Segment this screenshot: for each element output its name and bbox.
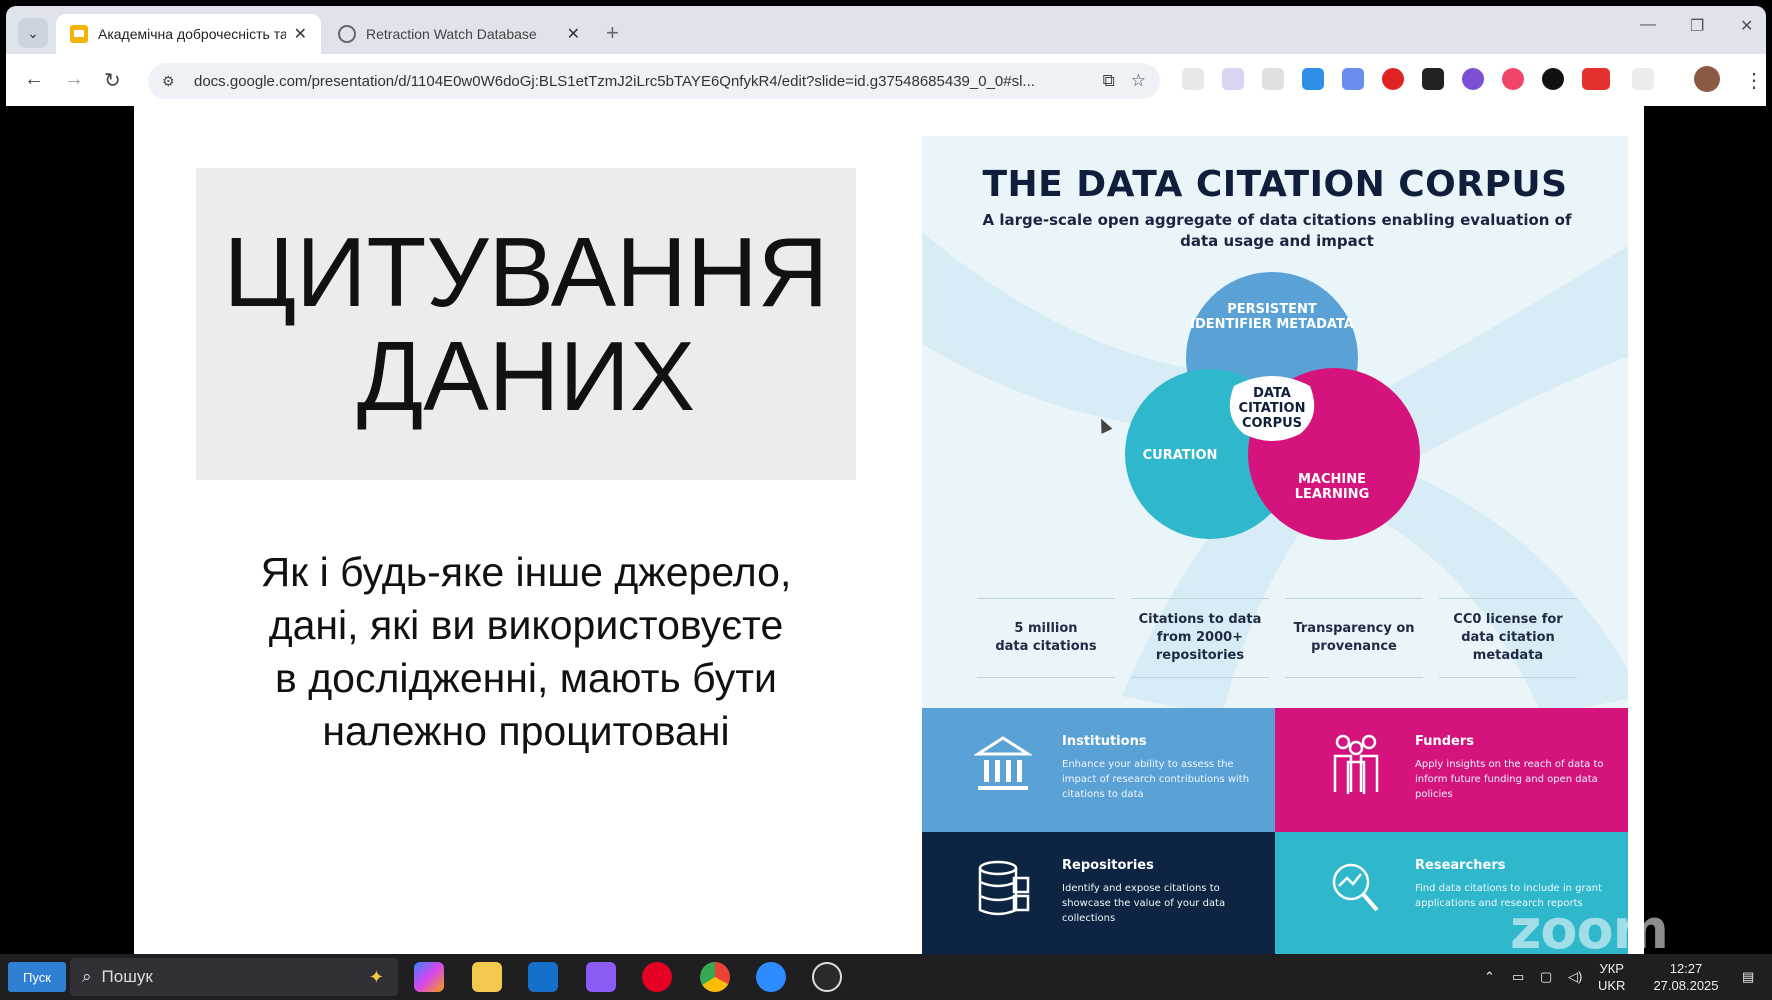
venn-label-center: DATA CITATION CORPUS bbox=[1238, 386, 1306, 431]
address-bar[interactable]: ⚙ docs.google.com/presentation/d/1104E0w… bbox=[148, 63, 1160, 99]
institution-icon bbox=[974, 736, 1032, 790]
stat-item: Transparency on provenance bbox=[1285, 598, 1423, 678]
venn-label-persistent: PERSISTENT IDENTIFIER METADATA bbox=[1190, 302, 1354, 332]
extension-translate-icon[interactable] bbox=[1182, 68, 1204, 90]
extension-new-icon[interactable] bbox=[1582, 68, 1610, 90]
browser-toolbar: ← → ↻ ⚙ docs.google.com/presentation/d/1… bbox=[6, 54, 1766, 106]
browser-menu-icon[interactable]: ⋮ bbox=[1744, 68, 1764, 93]
taskbar-search-placeholder: Пошук bbox=[101, 967, 153, 986]
clock-time: 12:27 bbox=[1669, 961, 1703, 976]
windows-taskbar: Пуск ⌕ Пошук ✦ ⌃ ▭ ▢ ◁) УКР UKR 12:27 27… bbox=[0, 954, 1772, 1000]
extension-screenshot-icon[interactable] bbox=[1262, 68, 1284, 90]
database-icon bbox=[978, 860, 1030, 916]
clock-date: 27.08.2025 bbox=[1653, 978, 1719, 993]
tab-close-button[interactable]: ✕ bbox=[567, 24, 580, 44]
language-indicator[interactable]: УКР UKR bbox=[1598, 960, 1625, 994]
bookmark-star-icon[interactable]: ☆ bbox=[1131, 71, 1146, 91]
audience-text: Identify and expose citations to showcas… bbox=[1062, 883, 1226, 924]
tab-retraction-watch[interactable]: Retraction Watch Database ✕ bbox=[324, 14, 594, 54]
maximize-button[interactable]: ❐ bbox=[1690, 16, 1704, 36]
extensions-puzzle-icon[interactable] bbox=[1632, 68, 1654, 90]
tab-search-button[interactable]: ⌄ bbox=[18, 18, 48, 48]
tray-chevron-icon[interactable]: ⌃ bbox=[1484, 968, 1495, 985]
slide-title: ЦИТУВАННЯ ДАНИХ bbox=[223, 217, 829, 431]
site-info-icon[interactable]: ⚙ bbox=[162, 73, 184, 90]
venn-label-curation: CURATION bbox=[1142, 448, 1218, 463]
extension-play-icon[interactable] bbox=[1542, 68, 1564, 90]
new-tab-button[interactable]: + bbox=[606, 20, 619, 46]
extension-adblock-icon[interactable] bbox=[1382, 68, 1404, 90]
profile-avatar[interactable] bbox=[1694, 66, 1720, 92]
language-code: УКР bbox=[1599, 961, 1624, 976]
people-group-icon bbox=[1333, 734, 1379, 794]
clipchamp-app-icon[interactable] bbox=[586, 962, 616, 992]
sparkle-icon: ✦ bbox=[368, 966, 384, 987]
audience-institutions: Institutions Enhance your ability to ass… bbox=[922, 708, 1275, 832]
stats-row: 5 million data citations Citations to da… bbox=[977, 598, 1577, 678]
url-text[interactable]: docs.google.com/presentation/d/1104E0w0W… bbox=[194, 73, 1087, 90]
venn-label-machine-learning: MACHINE LEARNING bbox=[1294, 472, 1370, 502]
audience-text: Enhance your ability to assess the impac… bbox=[1062, 759, 1250, 800]
tab-label: Retraction Watch Database bbox=[366, 26, 537, 42]
audience-repositories: Repositories Identify and expose citatio… bbox=[922, 832, 1275, 954]
extension-bug-icon[interactable] bbox=[1462, 68, 1484, 90]
reload-icon[interactable]: ↻ bbox=[104, 68, 121, 93]
globe-icon bbox=[338, 25, 356, 43]
volume-icon[interactable]: ◁) bbox=[1568, 968, 1582, 985]
network-icon[interactable]: ▢ bbox=[1540, 968, 1552, 985]
minimize-button[interactable]: — bbox=[1640, 16, 1656, 34]
magnifier-chart-icon bbox=[1332, 863, 1379, 912]
media-player-app-icon[interactable] bbox=[812, 962, 842, 992]
slide-title-box: ЦИТУВАННЯ ДАНИХ bbox=[196, 168, 856, 480]
audience-heading: Funders bbox=[1415, 734, 1475, 749]
audience-text: Apply insights on the reach of data to i… bbox=[1415, 759, 1604, 800]
venn-diagram: PERSISTENT IDENTIFIER METADATA CURATION … bbox=[1072, 266, 1472, 576]
stat-item: CC0 license for data citation metadata bbox=[1439, 598, 1577, 678]
infographic-title: THE DATA CITATION CORPUS bbox=[982, 164, 1568, 205]
audience-heading: Institutions bbox=[1062, 734, 1147, 749]
tab-slides[interactable]: Академічна доброчесність та ✕ bbox=[56, 14, 321, 54]
forward-icon[interactable]: → bbox=[64, 68, 84, 91]
tab-label: Академічна доброчесність та bbox=[98, 26, 286, 42]
zoom-app-icon[interactable] bbox=[756, 962, 786, 992]
outlook-app-icon[interactable] bbox=[528, 962, 558, 992]
clock[interactable]: 12:27 27.08.2025 bbox=[1638, 960, 1734, 994]
chrome-app-icon[interactable] bbox=[700, 962, 730, 992]
audience-funders: Funders Apply insights on the reach of d… bbox=[1275, 708, 1628, 832]
extension-pen-icon[interactable] bbox=[1222, 68, 1244, 90]
extension-d-icon[interactable] bbox=[1302, 68, 1324, 90]
pinterest-app-icon[interactable] bbox=[642, 962, 672, 992]
stat-item: Citations to data from 2000+ repositorie… bbox=[1131, 598, 1269, 678]
extension-box-icon[interactable] bbox=[1422, 68, 1444, 90]
back-icon[interactable]: ← bbox=[24, 68, 44, 91]
audience-heading: Researchers bbox=[1415, 858, 1506, 873]
taskbar-search[interactable]: ⌕ Пошук ✦ bbox=[70, 958, 398, 996]
keyboard-layout: UKR bbox=[1598, 978, 1626, 993]
slide-body-text: Як і будь-яке інше джерело, дані, які ви… bbox=[260, 549, 792, 754]
extension-shield-icon[interactable] bbox=[1342, 68, 1364, 90]
slide: ЦИТУВАННЯ ДАНИХ Як і будь-яке інше джере… bbox=[134, 106, 1644, 954]
infographic-subtitle: A large-scale open aggregate of data cit… bbox=[982, 211, 1572, 250]
audience-heading: Repositories bbox=[1062, 858, 1154, 873]
browser-window: ⌄ Академічна доброчесність та ✕ Retracti… bbox=[6, 6, 1766, 106]
file-explorer-app-icon[interactable] bbox=[472, 962, 502, 992]
stat-item: 5 million data citations bbox=[977, 598, 1115, 678]
start-button[interactable]: Пуск bbox=[8, 962, 66, 992]
window-close-button[interactable]: ✕ bbox=[1740, 16, 1753, 36]
search-icon: ⌕ bbox=[82, 967, 92, 986]
battery-icon[interactable]: ▭ bbox=[1512, 968, 1524, 985]
tab-strip: ⌄ Академічна доброчесність та ✕ Retracti… bbox=[6, 6, 1766, 54]
data-citation-infographic: THE DATA CITATION CORPUS A large-scale o… bbox=[922, 136, 1628, 954]
notifications-icon[interactable]: ▤ bbox=[1742, 968, 1754, 985]
install-app-icon[interactable]: ⧉ bbox=[1103, 71, 1115, 91]
zoom-watermark: zoom bbox=[1510, 898, 1669, 961]
presentation-stage: ЦИТУВАННЯ ДАНИХ Як і будь-яке інше джере… bbox=[6, 106, 1766, 954]
copilot-app-icon[interactable] bbox=[414, 962, 444, 992]
tab-close-button[interactable]: ✕ bbox=[294, 24, 307, 44]
extension-circle-icon[interactable] bbox=[1502, 68, 1524, 90]
google-slides-icon bbox=[70, 25, 88, 43]
